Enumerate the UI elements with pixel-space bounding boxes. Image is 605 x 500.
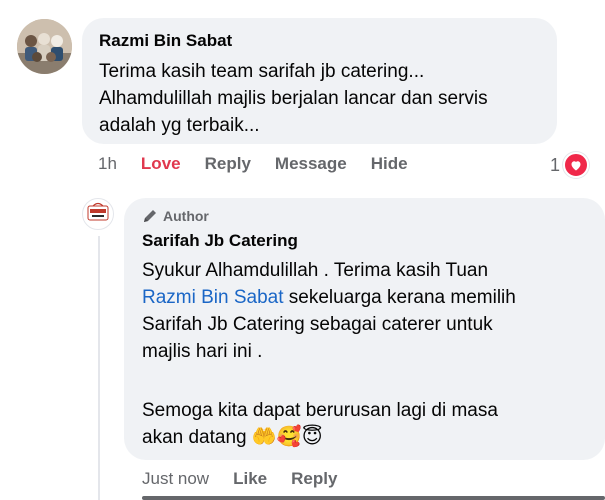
message-button[interactable]: Message bbox=[275, 154, 347, 174]
comment-text-line-3: adalah yg terbaik... bbox=[99, 115, 260, 136]
comment-author-name[interactable]: Razmi Bin Sabat bbox=[99, 31, 232, 51]
palms-up-emoji: 🤲 bbox=[251, 426, 277, 448]
comment-text-line-1: Terima kasih team sarifah jb catering... bbox=[99, 61, 425, 82]
reply-text-line-2: Razmi Bin Sabat sekeluarga kerana memili… bbox=[142, 287, 516, 308]
comment-text-line-2: Alhamdulillah majlis berjalan lancar dan… bbox=[99, 88, 488, 109]
group-photo-icon bbox=[17, 19, 72, 74]
hide-button[interactable]: Hide bbox=[371, 154, 408, 174]
heart-icon bbox=[563, 152, 590, 178]
comment-timestamp[interactable]: 1h bbox=[98, 154, 117, 174]
avatar-razmi[interactable] bbox=[17, 19, 72, 74]
reply-text-line-3: Sarifah Jb Catering sebagai caterer untu… bbox=[142, 314, 493, 335]
reaction-summary[interactable]: 1 bbox=[550, 152, 590, 178]
like-button[interactable]: Like bbox=[233, 469, 267, 489]
halo-emoji: 😇 bbox=[301, 426, 323, 448]
pen-icon bbox=[144, 210, 156, 222]
comment-actions: 1h Love Reply Message Hide bbox=[98, 154, 432, 174]
reply-author-name[interactable]: Sarifah Jb Catering bbox=[142, 231, 298, 251]
author-badge-label: Author bbox=[163, 208, 209, 224]
next-item-edge bbox=[142, 496, 605, 500]
reply-button[interactable]: Reply bbox=[205, 154, 251, 174]
reply-text-line-6: akan datang 🤲🥰😇 bbox=[142, 426, 323, 448]
reply-thread-line bbox=[98, 236, 100, 500]
love-button[interactable]: Love bbox=[141, 154, 181, 174]
reply-timestamp[interactable]: Just now bbox=[142, 469, 209, 489]
smiling-hearts-emoji: 🥰 bbox=[276, 426, 302, 448]
reply-reply-button[interactable]: Reply bbox=[291, 469, 337, 489]
mention-link[interactable]: Razmi Bin Sabat bbox=[142, 287, 284, 308]
reply-actions: Just now Like Reply bbox=[142, 469, 361, 489]
reply-text-line-1: Syukur Alhamdulillah . Terima kasih Tuan bbox=[142, 260, 489, 281]
avatar-sarifah[interactable] bbox=[82, 198, 114, 230]
reaction-count: 1 bbox=[550, 154, 561, 175]
reply-text-line-5: Semoga kita dapat berurusan lagi di masa bbox=[142, 400, 498, 421]
reply-text-line-4: majlis hari ini . bbox=[142, 341, 263, 362]
catering-logo-icon bbox=[87, 202, 109, 221]
author-badge: Author bbox=[142, 208, 209, 224]
